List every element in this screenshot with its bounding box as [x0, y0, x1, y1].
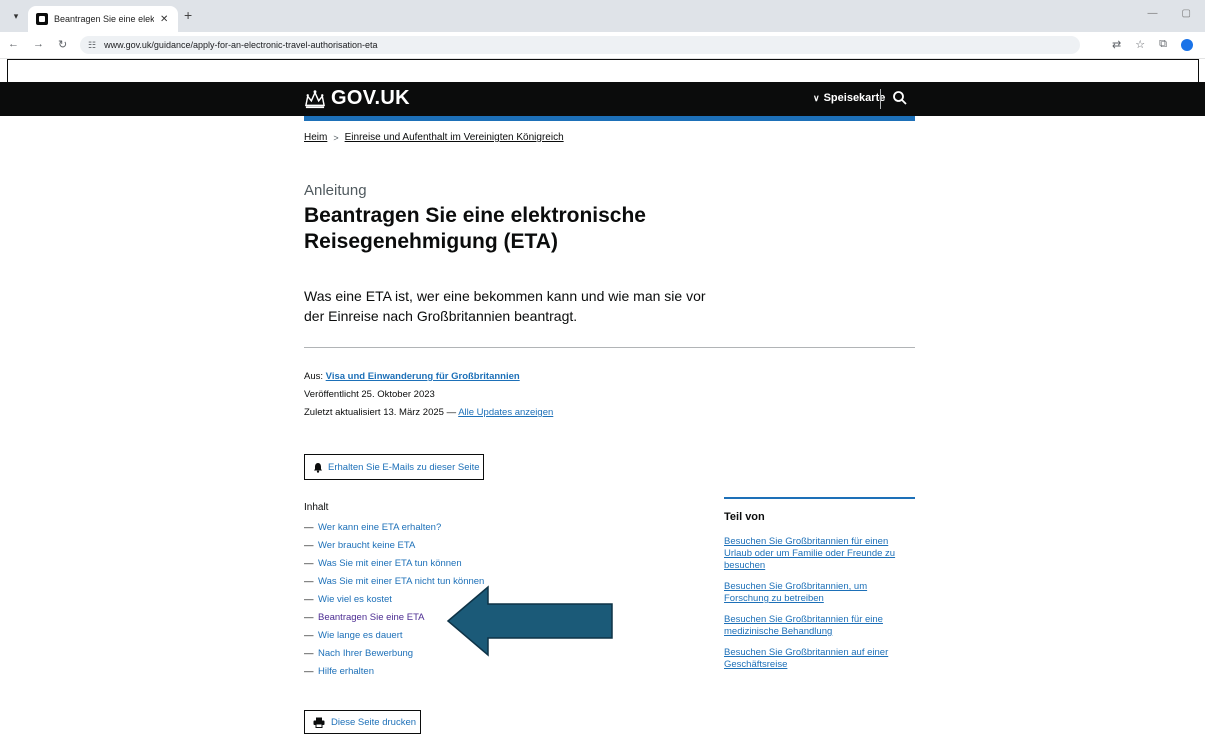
- meta-updated: Zuletzt aktualisiert 13. März 2025 — All…: [304, 404, 553, 422]
- bell-icon: [314, 462, 322, 473]
- breadcrumb: Heim > Einreise und Aufenthalt im Verein…: [304, 132, 564, 143]
- contents-dash: —: [304, 594, 314, 605]
- restore-icon[interactable]: ▢: [1182, 8, 1191, 19]
- sidebar-link-research[interactable]: Besuchen Sie Großbritannien, um Forschun…: [724, 581, 867, 604]
- translate-icon[interactable]: ⇄: [1112, 38, 1121, 51]
- metadata: Aus: Visa und Einwanderung für Großbrita…: [304, 368, 553, 422]
- meta-from: Aus: Visa und Einwanderung für Großbrita…: [304, 368, 553, 386]
- bookmark-star-icon[interactable]: ☆: [1135, 38, 1145, 51]
- sidebar-item: Besuchen Sie Großbritannien für eine med…: [724, 614, 909, 638]
- chevron-down-icon: ∨: [813, 92, 820, 103]
- forward-icon[interactable]: →: [33, 38, 44, 51]
- crown-icon: [305, 89, 325, 108]
- nav-buttons: ← → ↻: [8, 38, 67, 51]
- extensions-icon[interactable]: ⧉: [1159, 38, 1167, 51]
- printer-icon: [313, 717, 325, 728]
- header-divider: [880, 89, 881, 109]
- govuk-favicon-icon: [36, 13, 48, 25]
- window-controls: — ▢: [1148, 8, 1191, 19]
- section-divider: [304, 347, 915, 348]
- meta-published: Veröffentlicht 25. Oktober 2023: [304, 389, 435, 400]
- contents-dash: —: [304, 648, 314, 659]
- menu-label: Speisekarte: [823, 92, 886, 104]
- sidebar-heading: Teil von: [724, 511, 765, 523]
- sidebar-link-medical[interactable]: Besuchen Sie Großbritannien für eine med…: [724, 614, 883, 637]
- sidebar-links: Besuchen Sie Großbritannien für einen Ur…: [724, 536, 909, 680]
- contents-item: — Was Sie mit einer ETA tun können: [304, 555, 484, 573]
- meta-updated-text: Zuletzt aktualisiert 13. März 2025 —: [304, 407, 457, 418]
- new-tab-icon[interactable]: +: [184, 7, 192, 23]
- sidebar-item: Besuchen Sie Großbritannien für einen Ur…: [724, 536, 909, 572]
- contents-link-who-can-get[interactable]: Wer kann eine ETA erhalten?: [318, 519, 441, 537]
- tab-search-icon[interactable]: ▾: [8, 8, 24, 24]
- search-icon[interactable]: [892, 90, 908, 106]
- govuk-header: GOV.UK ∨ Speisekarte: [0, 82, 1205, 116]
- sidebar-link-business[interactable]: Besuchen Sie Großbritannien auf einer Ge…: [724, 647, 888, 670]
- breadcrumb-home[interactable]: Heim: [304, 132, 327, 143]
- email-signup-button[interactable]: Erhalten Sie E-Mails zu dieser Seite: [304, 454, 484, 480]
- contents-link-cost[interactable]: Wie viel es kostet: [318, 591, 392, 609]
- sidebar-item: Besuchen Sie Großbritannien auf einer Ge…: [724, 647, 909, 671]
- browser-tab-bar: ▾ Beantragen Sie eine elektronisc ✕ + — …: [0, 0, 1205, 32]
- back-icon[interactable]: ←: [8, 38, 19, 51]
- contents-item: — Wer kann eine ETA erhalten?: [304, 519, 484, 537]
- page-caption: Anleitung: [304, 182, 367, 199]
- minimize-icon[interactable]: —: [1148, 8, 1158, 19]
- header-blue-bar: [304, 116, 915, 121]
- profile-icon[interactable]: [1181, 38, 1193, 51]
- toolbar-icons: ⇄ ☆ ⧉: [1112, 38, 1193, 51]
- annotation-arrow-icon: [446, 585, 613, 657]
- contents-dash: —: [304, 666, 314, 677]
- menu-button[interactable]: ∨ Speisekarte: [813, 92, 885, 104]
- contents-dash: —: [304, 576, 314, 587]
- breadcrumb-separator-icon: >: [333, 132, 339, 143]
- contents-link-after-applying[interactable]: Nach Ihrer Bewerbung: [318, 645, 413, 663]
- url-field[interactable]: ☷ www.gov.uk/guidance/apply-for-an-elect…: [80, 36, 1080, 54]
- print-page-label: Diese Seite drucken: [331, 716, 417, 728]
- contents-dash: —: [304, 630, 314, 641]
- contents-link-get-help[interactable]: Hilfe erhalten: [318, 663, 374, 681]
- contents-dash: —: [304, 540, 314, 551]
- contents-link-what-you-can-do[interactable]: Was Sie mit einer ETA tun können: [318, 555, 462, 573]
- email-signup-label: Erhalten Sie E-Mails zu dieser Seite: [328, 461, 480, 473]
- meta-from-link[interactable]: Visa und Einwanderung für Großbritannien: [326, 371, 520, 382]
- see-all-updates-link[interactable]: Alle Updates anzeigen: [458, 407, 553, 418]
- contents-link-apply[interactable]: Beantragen Sie eine ETA: [318, 609, 425, 627]
- contents-dash: —: [304, 558, 314, 569]
- contents-dash: —: [304, 522, 314, 533]
- contents-item: — Hilfe erhalten: [304, 663, 484, 681]
- contents-link-who-does-not-need[interactable]: Wer braucht keine ETA: [318, 537, 415, 555]
- print-page-button[interactable]: Diese Seite drucken: [304, 710, 421, 734]
- address-bar: ← → ↻ ☷ www.gov.uk/guidance/apply-for-an…: [0, 32, 1205, 59]
- browser-tab[interactable]: Beantragen Sie eine elektronisc ✕: [28, 6, 178, 32]
- reload-icon[interactable]: ↻: [58, 38, 67, 51]
- page-top-strip: [7, 59, 1199, 83]
- contents-item: — Wer braucht keine ETA: [304, 537, 484, 555]
- site-settings-icon[interactable]: ☷: [88, 40, 96, 51]
- page-title: Beantragen Sie eine elektronische Reiseg…: [304, 204, 646, 253]
- url-text: www.gov.uk/guidance/apply-for-an-electro…: [104, 40, 378, 50]
- sidebar-top-rule: [724, 497, 915, 499]
- govuk-logo-link[interactable]: GOV.UK: [304, 87, 410, 110]
- contents-dash: —: [304, 612, 314, 623]
- govuk-logo-text: GOV.UK: [331, 87, 410, 109]
- meta-from-label: Aus:: [304, 371, 324, 382]
- contents-heading: Inhalt: [304, 502, 329, 513]
- sidebar-item: Besuchen Sie Großbritannien, um Forschun…: [724, 581, 909, 605]
- tab-close-icon[interactable]: ✕: [160, 14, 168, 25]
- tab-title: Beantragen Sie eine elektronisc: [54, 14, 154, 24]
- contents-link-how-long[interactable]: Wie lange es dauert: [318, 627, 403, 645]
- breadcrumb-entering-uk[interactable]: Einreise und Aufenthalt im Vereinigten K…: [345, 132, 564, 143]
- page-lead: Was eine ETA ist, wer eine bekommen kann…: [304, 288, 706, 324]
- sidebar-link-holiday[interactable]: Besuchen Sie Großbritannien für einen Ur…: [724, 536, 895, 571]
